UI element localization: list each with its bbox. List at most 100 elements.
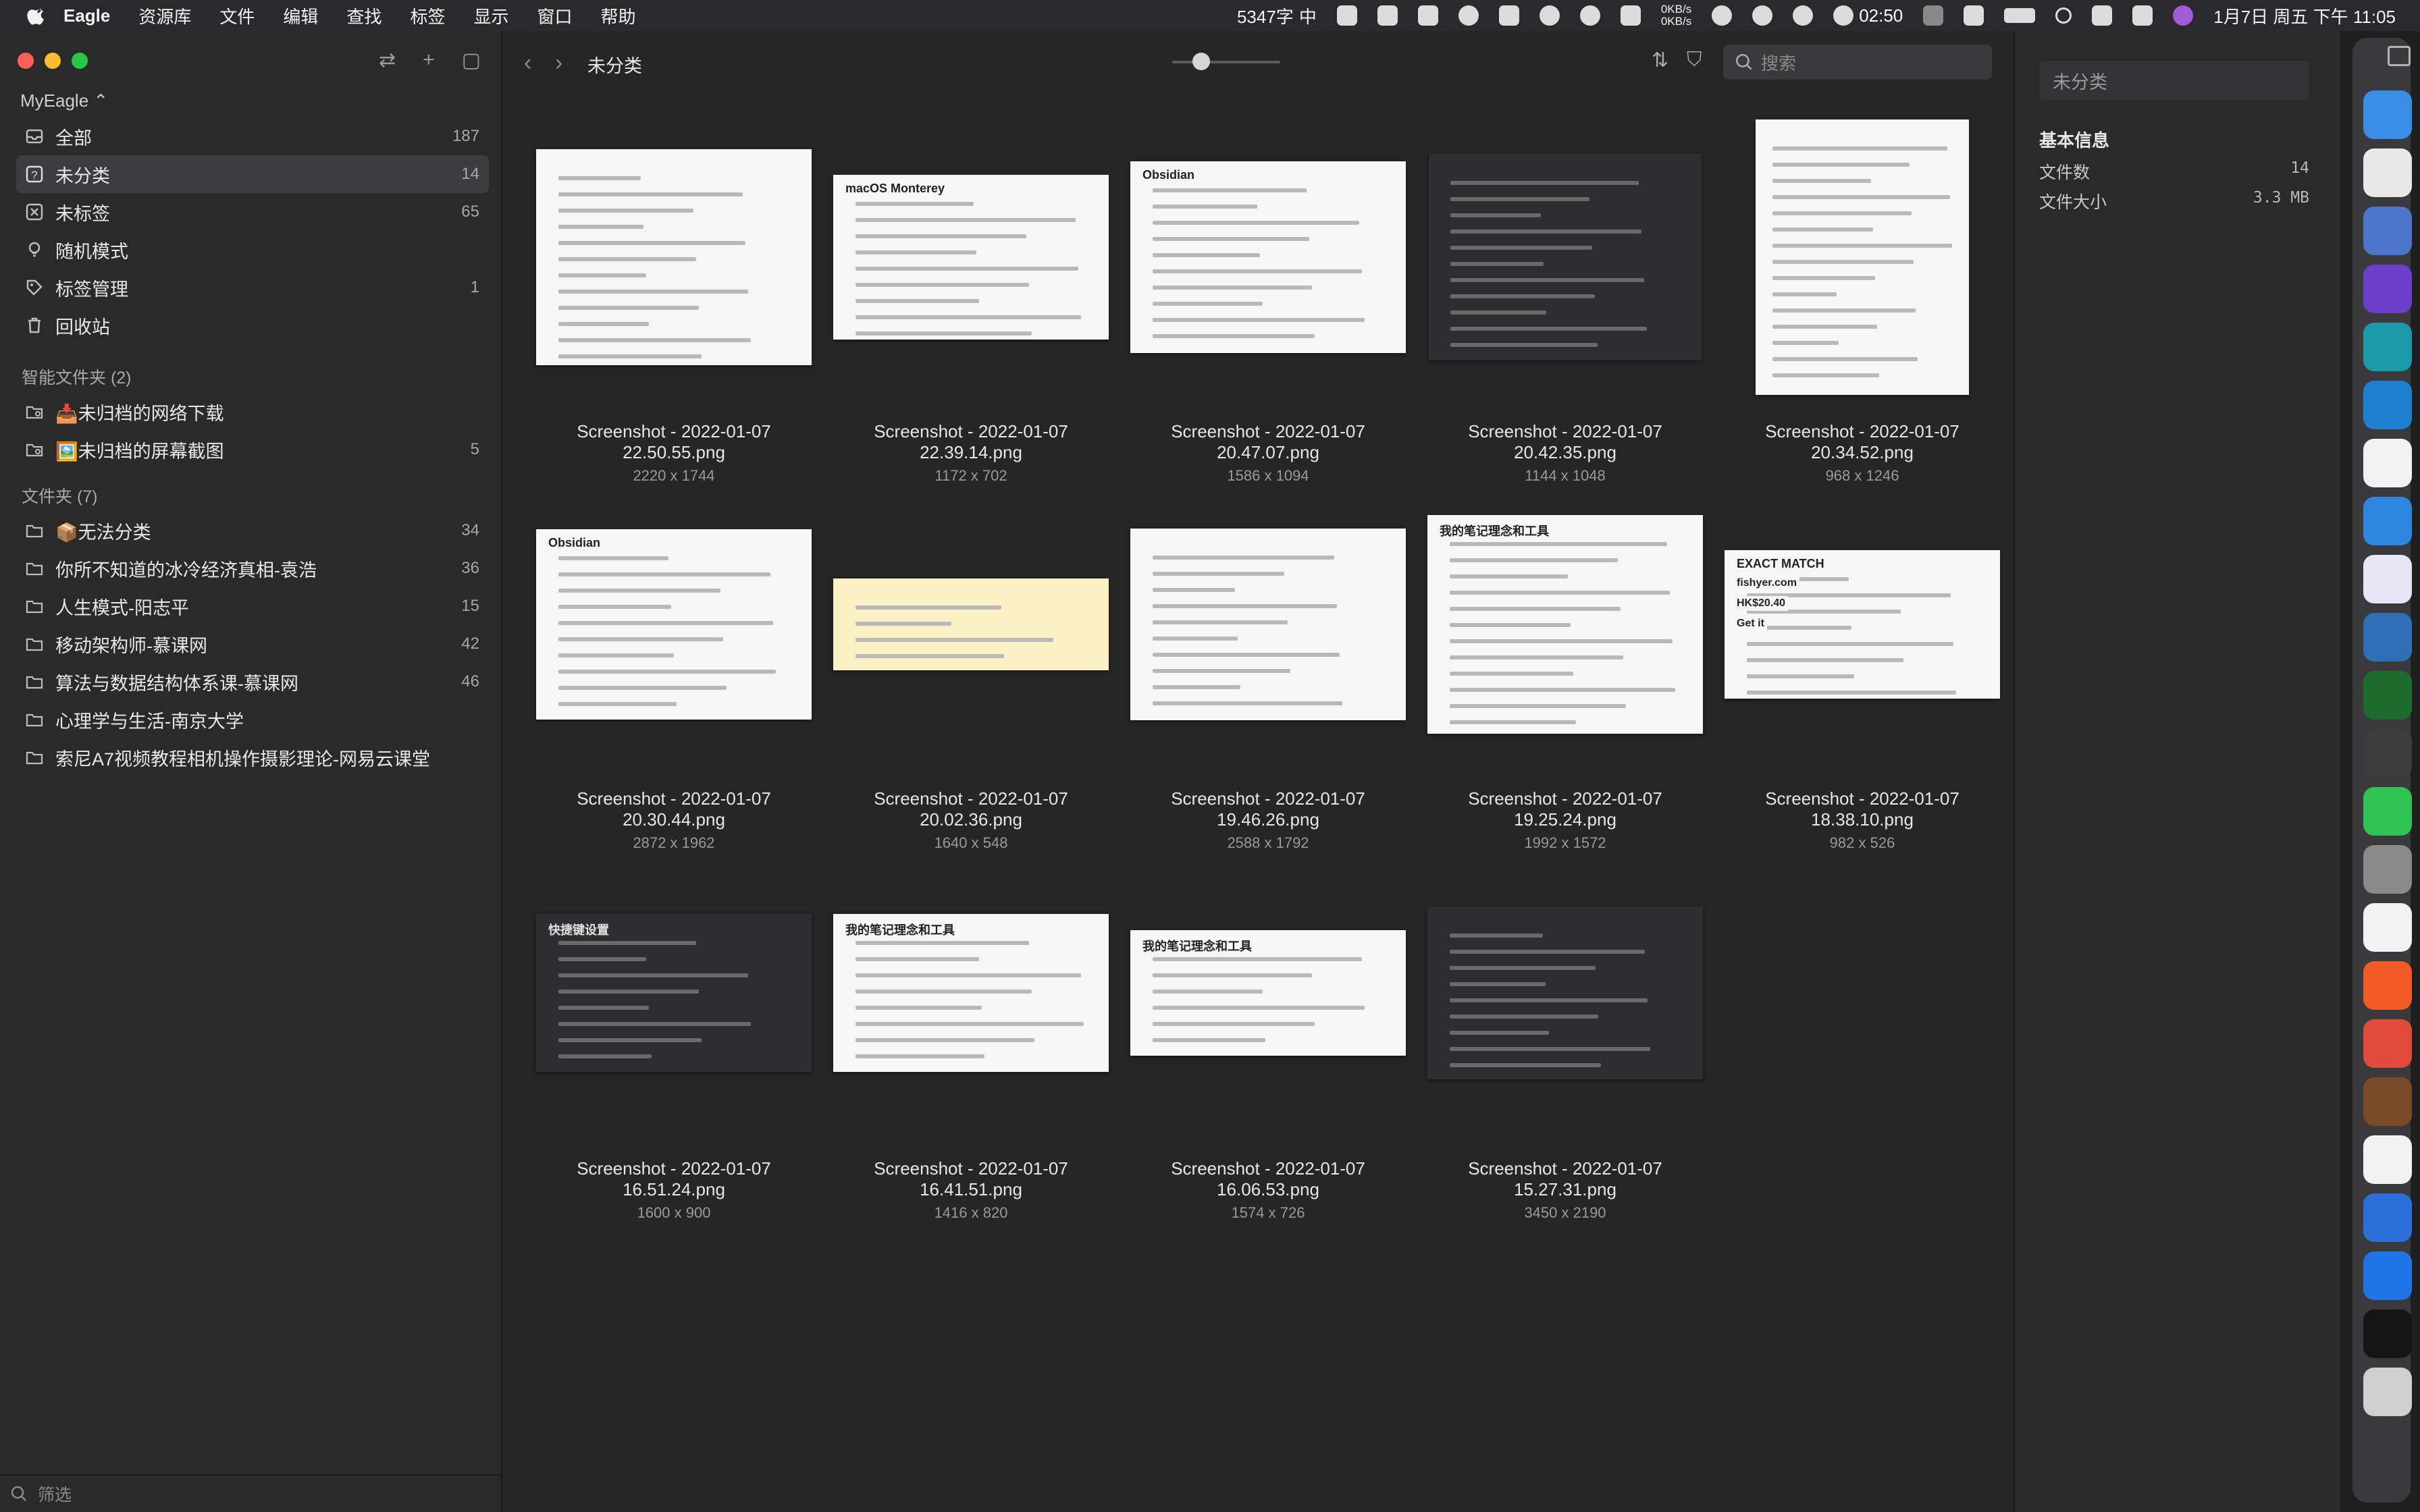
thumbnail-area[interactable] — [1417, 119, 1714, 396]
tick-icon[interactable] — [2363, 439, 2412, 487]
qq-icon[interactable] — [1793, 5, 1814, 26]
asset-filename[interactable]: Screenshot - 2022-01-07 22.50.55.png — [525, 421, 822, 463]
app-blue-icon[interactable] — [2363, 497, 2412, 545]
asset-card[interactable]: 我的笔记理念和工具 Screenshot - 2022-01-07 16.06.5… — [1120, 855, 1417, 1221]
asset-filename[interactable]: Screenshot - 2022-01-07 16.51.24.png — [525, 1158, 822, 1200]
writer-icon[interactable] — [1417, 5, 1438, 26]
thumbnail-area[interactable]: 我的笔记理念和工具 — [1417, 486, 1714, 763]
thumbnail-area[interactable]: Obsidian — [525, 486, 822, 763]
asset-card[interactable]: macOS Monterey Screenshot - 2022-01-07 22… — [822, 119, 1120, 484]
input-method[interactable]: 中 — [1299, 3, 1317, 28]
thumbnail-area[interactable]: 我的笔记理念和工具 — [822, 855, 1120, 1131]
asset-card[interactable]: Screenshot - 2022-01-07 19.46.26.png 2588… — [1120, 486, 1417, 851]
search-input[interactable]: 搜索 — [1761, 50, 1796, 75]
folder-name-value[interactable]: 未分类 — [2053, 68, 2107, 94]
dock-toggle-icon[interactable] — [2388, 46, 2411, 66]
slider-handle[interactable] — [1192, 53, 1210, 70]
chrome-icon[interactable] — [2363, 148, 2412, 197]
s-app-icon[interactable] — [1964, 5, 1984, 26]
istat-icon[interactable] — [1539, 5, 1560, 26]
thumbnail-image[interactable]: macOS Monterey — [833, 175, 1109, 340]
nav-item-trash[interactable]: 回收站 — [16, 306, 489, 344]
books-icon[interactable] — [2363, 1077, 2412, 1126]
close-window-button[interactable] — [18, 53, 34, 69]
asset-card[interactable]: 快捷键设置 Screenshot - 2022-01-07 16.51.24.pn… — [525, 855, 822, 1221]
clock-app-icon[interactable] — [1579, 5, 1600, 26]
asset-filename[interactable]: Screenshot - 2022-01-07 15.27.31.png — [1417, 1158, 1714, 1200]
wechat-icon[interactable] — [2363, 787, 2412, 836]
siri-icon[interactable] — [2173, 5, 2194, 26]
thumbnail-image[interactable] — [1427, 907, 1703, 1079]
asset-filename[interactable]: Screenshot - 2022-01-07 16.41.51.png — [822, 1158, 1120, 1200]
finder-icon[interactable] — [2363, 90, 2412, 139]
menu-app-name[interactable]: Eagle — [63, 5, 110, 26]
app-menu-icon[interactable] — [1498, 5, 1519, 26]
asset-filename[interactable]: Screenshot - 2022-01-07 20.42.35.png — [1417, 421, 1714, 463]
smart-folders-header[interactable]: 智能文件夹 (2) — [22, 364, 132, 389]
alfred-icon[interactable] — [2363, 729, 2412, 778]
smart-folder-item[interactable]: 🖼️未归档的屏幕截图 5 — [16, 431, 489, 468]
library-selector[interactable]: MyEagle ⌃ — [20, 90, 108, 111]
asset-filename[interactable]: Screenshot - 2022-01-07 22.39.14.png — [822, 421, 1120, 463]
app-ring-icon[interactable] — [2363, 1019, 2412, 1068]
forward-chevron-icon[interactable]: › — [555, 50, 562, 76]
thumbnail-image[interactable]: 我的笔记理念和工具 — [1427, 515, 1703, 734]
app-gradient-icon[interactable] — [2363, 555, 2412, 603]
app-green-icon[interactable] — [2363, 671, 2412, 720]
asset-filename[interactable]: Screenshot - 2022-01-07 18.38.10.png — [1714, 788, 2011, 830]
menu-file[interactable]: 文件 — [219, 3, 255, 28]
menu-find[interactable]: 查找 — [346, 3, 382, 28]
apple-icon[interactable] — [27, 5, 49, 26]
search-field[interactable]: 搜索 — [1723, 45, 1992, 80]
drive-icon[interactable] — [1377, 5, 1398, 26]
app-store-icon[interactable] — [2363, 903, 2412, 952]
asset-card[interactable]: Screenshot - 2022-01-07 20.42.35.png 1144… — [1417, 119, 1714, 484]
folder-item[interactable]: 📦无法分类 34 — [16, 512, 489, 549]
thumbnail-area[interactable]: Obsidian — [1120, 119, 1417, 396]
todo-list-icon[interactable] — [2363, 207, 2412, 255]
wifi-icon[interactable] — [2092, 5, 2113, 26]
asset-card[interactable]: Screenshot - 2022-01-07 20.02.36.png 1640… — [822, 486, 1120, 851]
trash-icon[interactable] — [2363, 1368, 2412, 1416]
datetime[interactable]: 1月7日 周五 下午 11:05 — [2213, 3, 2396, 28]
folder-name-field[interactable]: 未分类 — [2039, 61, 2309, 100]
thumbnail-image[interactable]: Obsidian — [536, 529, 812, 720]
folder-item[interactable]: 算法与数据结构体系课-慕课网 46 — [16, 663, 489, 701]
back-chevron-icon[interactable]: ‹ — [524, 50, 531, 76]
asset-card[interactable]: 我的笔记理念和工具 Screenshot - 2022-01-07 16.41.5… — [822, 855, 1120, 1221]
asset-filename[interactable]: Screenshot - 2022-01-07 20.30.44.png — [525, 788, 822, 830]
bluetooth-icon[interactable] — [1923, 5, 1944, 26]
terminal-icon[interactable] — [2363, 1310, 2412, 1358]
vscode-icon[interactable] — [2363, 381, 2412, 429]
thumbnail-area[interactable] — [1714, 119, 2011, 396]
asset-card[interactable]: Screenshot - 2022-01-07 22.50.55.png 2220… — [525, 119, 822, 484]
maps-icon[interactable] — [2363, 1251, 2412, 1300]
thumbnail-area[interactable] — [1417, 855, 1714, 1131]
asset-filename[interactable]: Screenshot - 2022-01-07 20.34.52.png — [1714, 421, 2011, 463]
thumbnail-image[interactable]: 快捷键设置 — [536, 914, 812, 1072]
filter-bar[interactable]: 筛选 — [0, 1474, 502, 1512]
timer-value[interactable]: 02:50 — [1859, 5, 1903, 26]
swap-icon[interactable]: ⇄ — [379, 49, 396, 72]
thumbnail-image[interactable]: EXACT MATCH fishyer.com HK$20.40 Get it — [1725, 550, 2000, 699]
thumbnail-area[interactable]: 快捷键设置 — [525, 855, 822, 1131]
folder-item[interactable]: 人生模式-阳志平 15 — [16, 587, 489, 625]
asset-filename[interactable]: Screenshot - 2022-01-07 16.06.53.png — [1120, 1158, 1417, 1200]
thumbnail-image[interactable] — [1756, 119, 1969, 395]
nav-item-all[interactable]: 全部 187 — [16, 117, 489, 155]
thumbnail-area[interactable] — [525, 119, 822, 396]
nav-item-tag-manager[interactable]: 标签管理 1 — [16, 269, 489, 306]
system-preferences-icon[interactable] — [2363, 845, 2412, 894]
app-teal-icon[interactable] — [2363, 323, 2412, 371]
wechat-status-icon[interactable] — [1752, 5, 1773, 26]
thumbnail-area[interactable]: macOS Monterey — [822, 119, 1120, 396]
asset-card[interactable]: Obsidian Screenshot - 2022-01-07 20.30.44… — [525, 486, 822, 851]
menu-help[interactable]: 帮助 — [600, 3, 635, 28]
spotlight-icon[interactable] — [2055, 7, 2072, 24]
thumbnail-area[interactable] — [1120, 486, 1417, 763]
thumbnail-size-slider[interactable] — [1172, 61, 1280, 63]
thumbnail-image[interactable]: 我的笔记理念和工具 — [833, 914, 1109, 1072]
smart-folder-item[interactable]: 📥未归档的网络下载 — [16, 393, 489, 431]
menu-tags[interactable]: 标签 — [410, 3, 445, 28]
thumbnail-image[interactable] — [1130, 529, 1406, 720]
